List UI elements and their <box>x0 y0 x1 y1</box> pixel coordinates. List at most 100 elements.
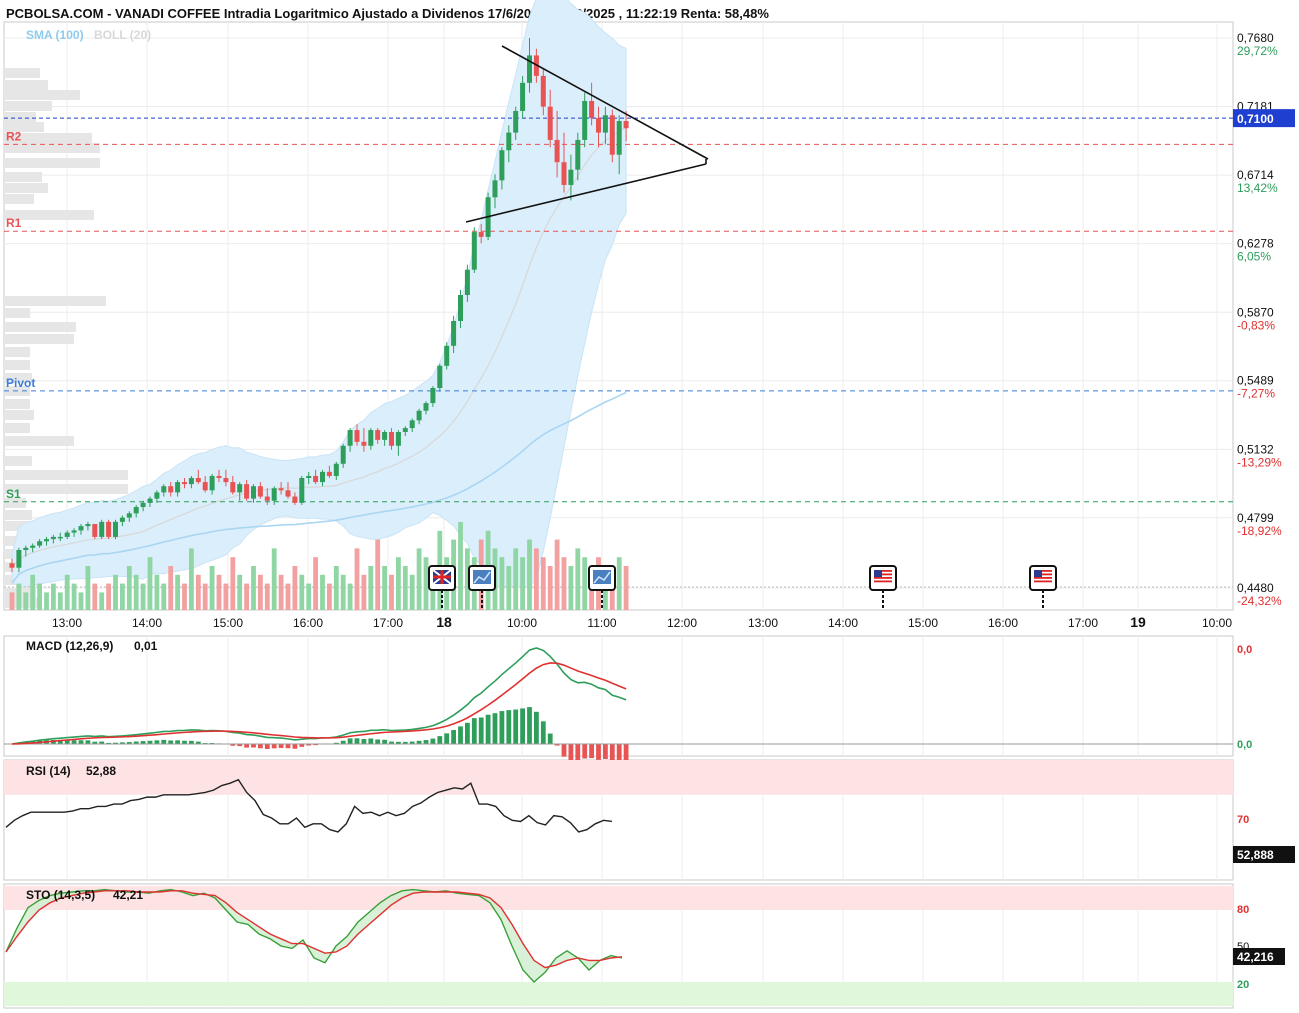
candle-body <box>85 523 91 527</box>
volume-bar <box>320 574 325 610</box>
candle-body <box>568 169 574 185</box>
volume-bar <box>375 539 381 610</box>
y-tick-pct: -13,29% <box>1237 455 1282 469</box>
volume-bar <box>306 583 312 610</box>
y-tick-pct: -0,83% <box>1237 318 1275 332</box>
volume-profile-bar <box>4 334 74 344</box>
sto-title: STO (14,3,5) <box>26 888 95 902</box>
macd-tick-top: 0,0 <box>1237 644 1252 656</box>
volume-bar <box>44 592 49 610</box>
macd-hist-bar <box>499 711 505 744</box>
x-tick-label: 15:00 <box>213 616 243 630</box>
volume-bar <box>313 557 318 610</box>
volume-profile-bar <box>4 68 40 78</box>
volume-bar <box>575 548 581 610</box>
volume-bar <box>540 557 546 610</box>
volume-bar <box>616 557 622 610</box>
volume-bar <box>71 583 77 610</box>
macd-hist-bar <box>465 722 470 744</box>
candle-body <box>154 492 160 499</box>
volume-bar <box>168 566 174 610</box>
volume-bar <box>382 566 387 610</box>
volume-bar <box>402 566 408 610</box>
y-tick-pct: -18,92% <box>1237 524 1282 538</box>
candle-body <box>16 549 22 568</box>
candle-body <box>492 180 498 198</box>
rsi-overbought-zone <box>4 760 1233 795</box>
candle-body <box>188 477 194 485</box>
macd-hist-bar <box>603 744 608 759</box>
candle-body <box>423 403 429 411</box>
volume-bar <box>147 557 153 610</box>
candle-body <box>230 482 236 493</box>
volume-profile-bar <box>4 484 128 494</box>
candle-body <box>202 482 208 491</box>
candle-body <box>278 488 284 491</box>
volume-bar <box>340 574 346 610</box>
y-tick-label: 0,5132 <box>1237 442 1274 456</box>
volume-bar <box>299 574 305 610</box>
candle-body <box>547 106 553 140</box>
candle-body <box>616 121 622 155</box>
macd-hist-bar <box>575 744 581 763</box>
us-flag-icon <box>874 570 882 577</box>
candle-body <box>30 545 36 548</box>
rsi-value: 52,88 <box>86 764 116 778</box>
macd-hist-bar <box>354 738 360 744</box>
candle-body <box>119 517 125 522</box>
macd-hist-bar <box>258 744 263 749</box>
candle-body <box>402 428 408 433</box>
macd-hist-bar <box>168 740 174 744</box>
candle-body <box>257 486 263 497</box>
volume-profile-bar <box>4 470 128 480</box>
x-tick-label: 14:00 <box>132 616 162 630</box>
candle-body <box>140 502 146 508</box>
candle-body <box>161 486 167 493</box>
candle-body <box>513 110 519 133</box>
candle-body <box>320 471 325 483</box>
volume-bar <box>513 548 519 610</box>
macd-tick-bottom: 0,0 <box>1237 739 1252 751</box>
candle-body <box>458 295 463 321</box>
candle-body <box>216 475 222 478</box>
volume-bar <box>264 583 270 610</box>
volume-bar <box>92 583 98 610</box>
macd-panel <box>3 635 1234 757</box>
candle-body <box>354 430 360 442</box>
volume-bar <box>547 566 553 610</box>
candle-body <box>237 484 243 493</box>
us-flag-icon <box>874 580 892 583</box>
macd-hist-bar <box>347 738 353 744</box>
y-tick-pct: -7,27% <box>1237 387 1275 401</box>
y-tick-label: 0,6278 <box>1237 237 1274 251</box>
volume-bar <box>244 583 249 610</box>
volume-bar <box>140 583 146 610</box>
macd-hist-bar <box>292 744 298 749</box>
candle-body <box>292 496 298 503</box>
sma-label: SMA (100) <box>26 28 84 42</box>
macd-hist-bar <box>423 740 429 744</box>
x-tick-label: 18 <box>436 614 452 630</box>
macd-hist-bar <box>437 736 443 744</box>
volume-profile-bar <box>4 410 34 420</box>
macd-hist-bar <box>154 740 160 744</box>
macd-hist-bar <box>285 744 291 749</box>
volume-bar <box>278 574 284 610</box>
volume-bar <box>57 592 63 610</box>
volume-bar <box>195 574 201 610</box>
volume-bar <box>534 548 539 610</box>
level-label: Pivot <box>6 376 35 390</box>
y-tick-pct: 13,42% <box>1237 181 1278 195</box>
us-flag-icon <box>1034 570 1042 577</box>
candle-body <box>182 482 187 485</box>
volume-bar <box>527 539 532 610</box>
macd-hist-bar <box>78 740 84 744</box>
us-flag-icon <box>1034 577 1052 579</box>
volume-bar <box>389 574 394 610</box>
macd-hist-bar <box>244 744 249 748</box>
candle-body <box>368 430 374 446</box>
x-tick-label: 11:00 <box>587 616 616 630</box>
candle-body <box>271 488 277 501</box>
candle-body <box>223 477 229 483</box>
candle-body <box>389 432 394 446</box>
